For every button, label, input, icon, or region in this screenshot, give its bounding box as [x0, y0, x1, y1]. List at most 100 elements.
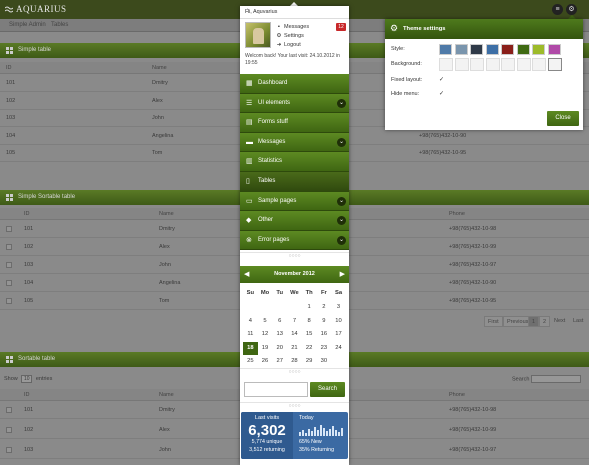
sidebar-item-messages[interactable]: ▬ Messages ⌄ [240, 132, 349, 153]
column-header[interactable]: Name [159, 392, 174, 398]
calendar-day[interactable]: 3 [331, 301, 346, 314]
drag-handle[interactable]: ○○○○ [240, 368, 349, 375]
calendar-day[interactable]: 9 [317, 315, 332, 328]
background-swatch[interactable] [454, 58, 469, 71]
chevron-up-icon[interactable]: ⌃ [245, 8, 345, 15]
calendar-day[interactable]: 8 [302, 315, 317, 328]
pager-first[interactable]: First [484, 316, 503, 327]
calendar-day[interactable]: 30 [317, 355, 332, 368]
user-header[interactable]: Hi, Aquvarius ⌃ [240, 6, 349, 19]
table-search-input[interactable] [530, 375, 581, 383]
messages-link[interactable]: ▪ Messages [276, 24, 309, 30]
calendar-day[interactable]: 2 [317, 301, 332, 314]
calendar-day[interactable]: 11 [243, 328, 258, 341]
sidebar-item-forms-stuff[interactable]: ▤ Forms stuff [240, 113, 349, 133]
style-swatch[interactable] [501, 44, 514, 55]
gear-icon[interactable]: ⚙ [566, 4, 577, 15]
calendar-day[interactable]: 1 [302, 301, 317, 314]
calendar-day[interactable]: 14 [287, 328, 302, 341]
calendar-day[interactable]: 28 [287, 355, 302, 368]
chevron-down-icon[interactable]: ⌄ [337, 137, 346, 147]
calendar-day[interactable]: 12 [258, 328, 273, 341]
background-swatch[interactable] [501, 58, 515, 71]
pager-page[interactable]: 1 [528, 316, 540, 327]
breadcrumb-item[interactable]: Tables [51, 22, 68, 28]
chevron-down-icon[interactable]: ⌄ [337, 98, 346, 108]
row-checkbox[interactable] [6, 427, 12, 433]
sidebar-item-statistics[interactable]: ▥ Statistics [240, 152, 349, 172]
sidebar-item-other[interactable]: ◆ Other ⌄ [240, 211, 349, 231]
style-swatch[interactable] [470, 44, 483, 55]
column-header[interactable]: Phone [449, 392, 465, 398]
row-checkbox[interactable] [6, 280, 12, 286]
column-header[interactable]: ID [24, 211, 30, 217]
calendar-day[interactable]: 23 [317, 342, 332, 355]
background-swatch[interactable] [532, 58, 546, 71]
chevron-down-icon[interactable]: ⌄ [337, 196, 346, 206]
calendar-day[interactable]: 21 [287, 342, 302, 355]
calendar-day[interactable]: 16 [317, 328, 332, 341]
style-swatch[interactable] [485, 44, 499, 55]
calendar-day[interactable]: 24 [331, 342, 346, 355]
style-swatch[interactable] [516, 44, 530, 55]
calendar-day[interactable]: 25 [243, 355, 258, 368]
row-checkbox[interactable] [6, 447, 12, 453]
calendar-day[interactable]: 17 [331, 328, 346, 341]
background-swatch[interactable] [470, 58, 484, 71]
calendar-day[interactable]: 18 [243, 341, 258, 355]
calendar-day[interactable]: 7 [287, 315, 302, 328]
background-swatch[interactable] [485, 58, 500, 71]
chevron-down-icon[interactable]: ⌄ [337, 235, 346, 245]
background-swatch[interactable] [516, 58, 531, 71]
style-swatch[interactable] [547, 44, 561, 55]
background-swatch[interactable] [439, 58, 453, 71]
pager-last[interactable]: Last [570, 316, 586, 327]
avatar[interactable] [245, 22, 271, 48]
calendar-day[interactable]: 22 [302, 342, 317, 355]
hide-menu-checkbox[interactable]: ✓ [439, 91, 445, 97]
row-checkbox[interactable] [6, 407, 12, 413]
calendar-day[interactable]: 10 [331, 315, 346, 328]
row-checkbox[interactable] [6, 298, 12, 304]
close-button[interactable]: Close [547, 111, 579, 126]
style-swatch[interactable] [532, 44, 545, 55]
style-swatch[interactable] [454, 44, 468, 55]
calendar-day[interactable]: 13 [272, 328, 287, 341]
search-input[interactable] [244, 382, 308, 397]
pager-page[interactable]: 2 [539, 316, 551, 327]
row-checkbox[interactable] [6, 244, 12, 250]
calendar-day[interactable]: 27 [272, 355, 287, 368]
calendar-day[interactable]: 29 [302, 355, 317, 368]
calendar-day[interactable]: 15 [302, 328, 317, 341]
drag-handle[interactable]: ○○○○ [240, 252, 349, 259]
entries-select[interactable]: 10 [21, 375, 33, 383]
column-header[interactable]: Name [159, 211, 174, 217]
sidebar-item-tables[interactable]: ▯ Tables [240, 171, 349, 192]
calendar-day[interactable]: 26 [258, 355, 273, 368]
search-button[interactable]: Search [310, 382, 345, 397]
sidebar-item-ui-elements[interactable]: ☰ UI elements ⌄ [240, 93, 349, 114]
column-header[interactable]: Name [152, 65, 167, 71]
menu-icon[interactable]: ≡ [552, 4, 563, 15]
column-header[interactable]: ID [6, 65, 12, 71]
calendar-day[interactable]: 4 [243, 315, 258, 328]
breadcrumb-item[interactable]: Simple Admin [9, 22, 46, 28]
pager-next[interactable]: Next [551, 316, 568, 327]
calendar-day[interactable]: 6 [272, 315, 287, 328]
logout-link[interactable]: ➜ Logout [276, 42, 301, 48]
calendar-day[interactable]: 5 [258, 315, 273, 328]
app-title[interactable]: AQUARIUS [16, 4, 67, 14]
settings-link[interactable]: ⚙ Settings [276, 33, 304, 39]
fixed-layout-checkbox[interactable]: ✓ [439, 77, 445, 83]
chevron-down-icon[interactable]: ⌄ [337, 216, 346, 226]
sidebar-item-error-pages[interactable]: ⊗ Error pages ⌄ [240, 230, 349, 251]
row-checkbox[interactable] [6, 226, 12, 232]
drag-handle[interactable]: ○○○○ [240, 402, 349, 409]
sidebar-item-sample-pages[interactable]: ▭ Sample pages ⌄ [240, 191, 349, 212]
sidebar-item-dashboard[interactable]: ▦ Dashboard [240, 74, 349, 94]
column-header[interactable]: Phone [449, 211, 465, 217]
calendar-day[interactable]: 20 [272, 342, 287, 355]
column-header[interactable]: ID [24, 392, 30, 398]
style-swatch[interactable] [439, 44, 452, 55]
row-checkbox[interactable] [6, 262, 12, 268]
